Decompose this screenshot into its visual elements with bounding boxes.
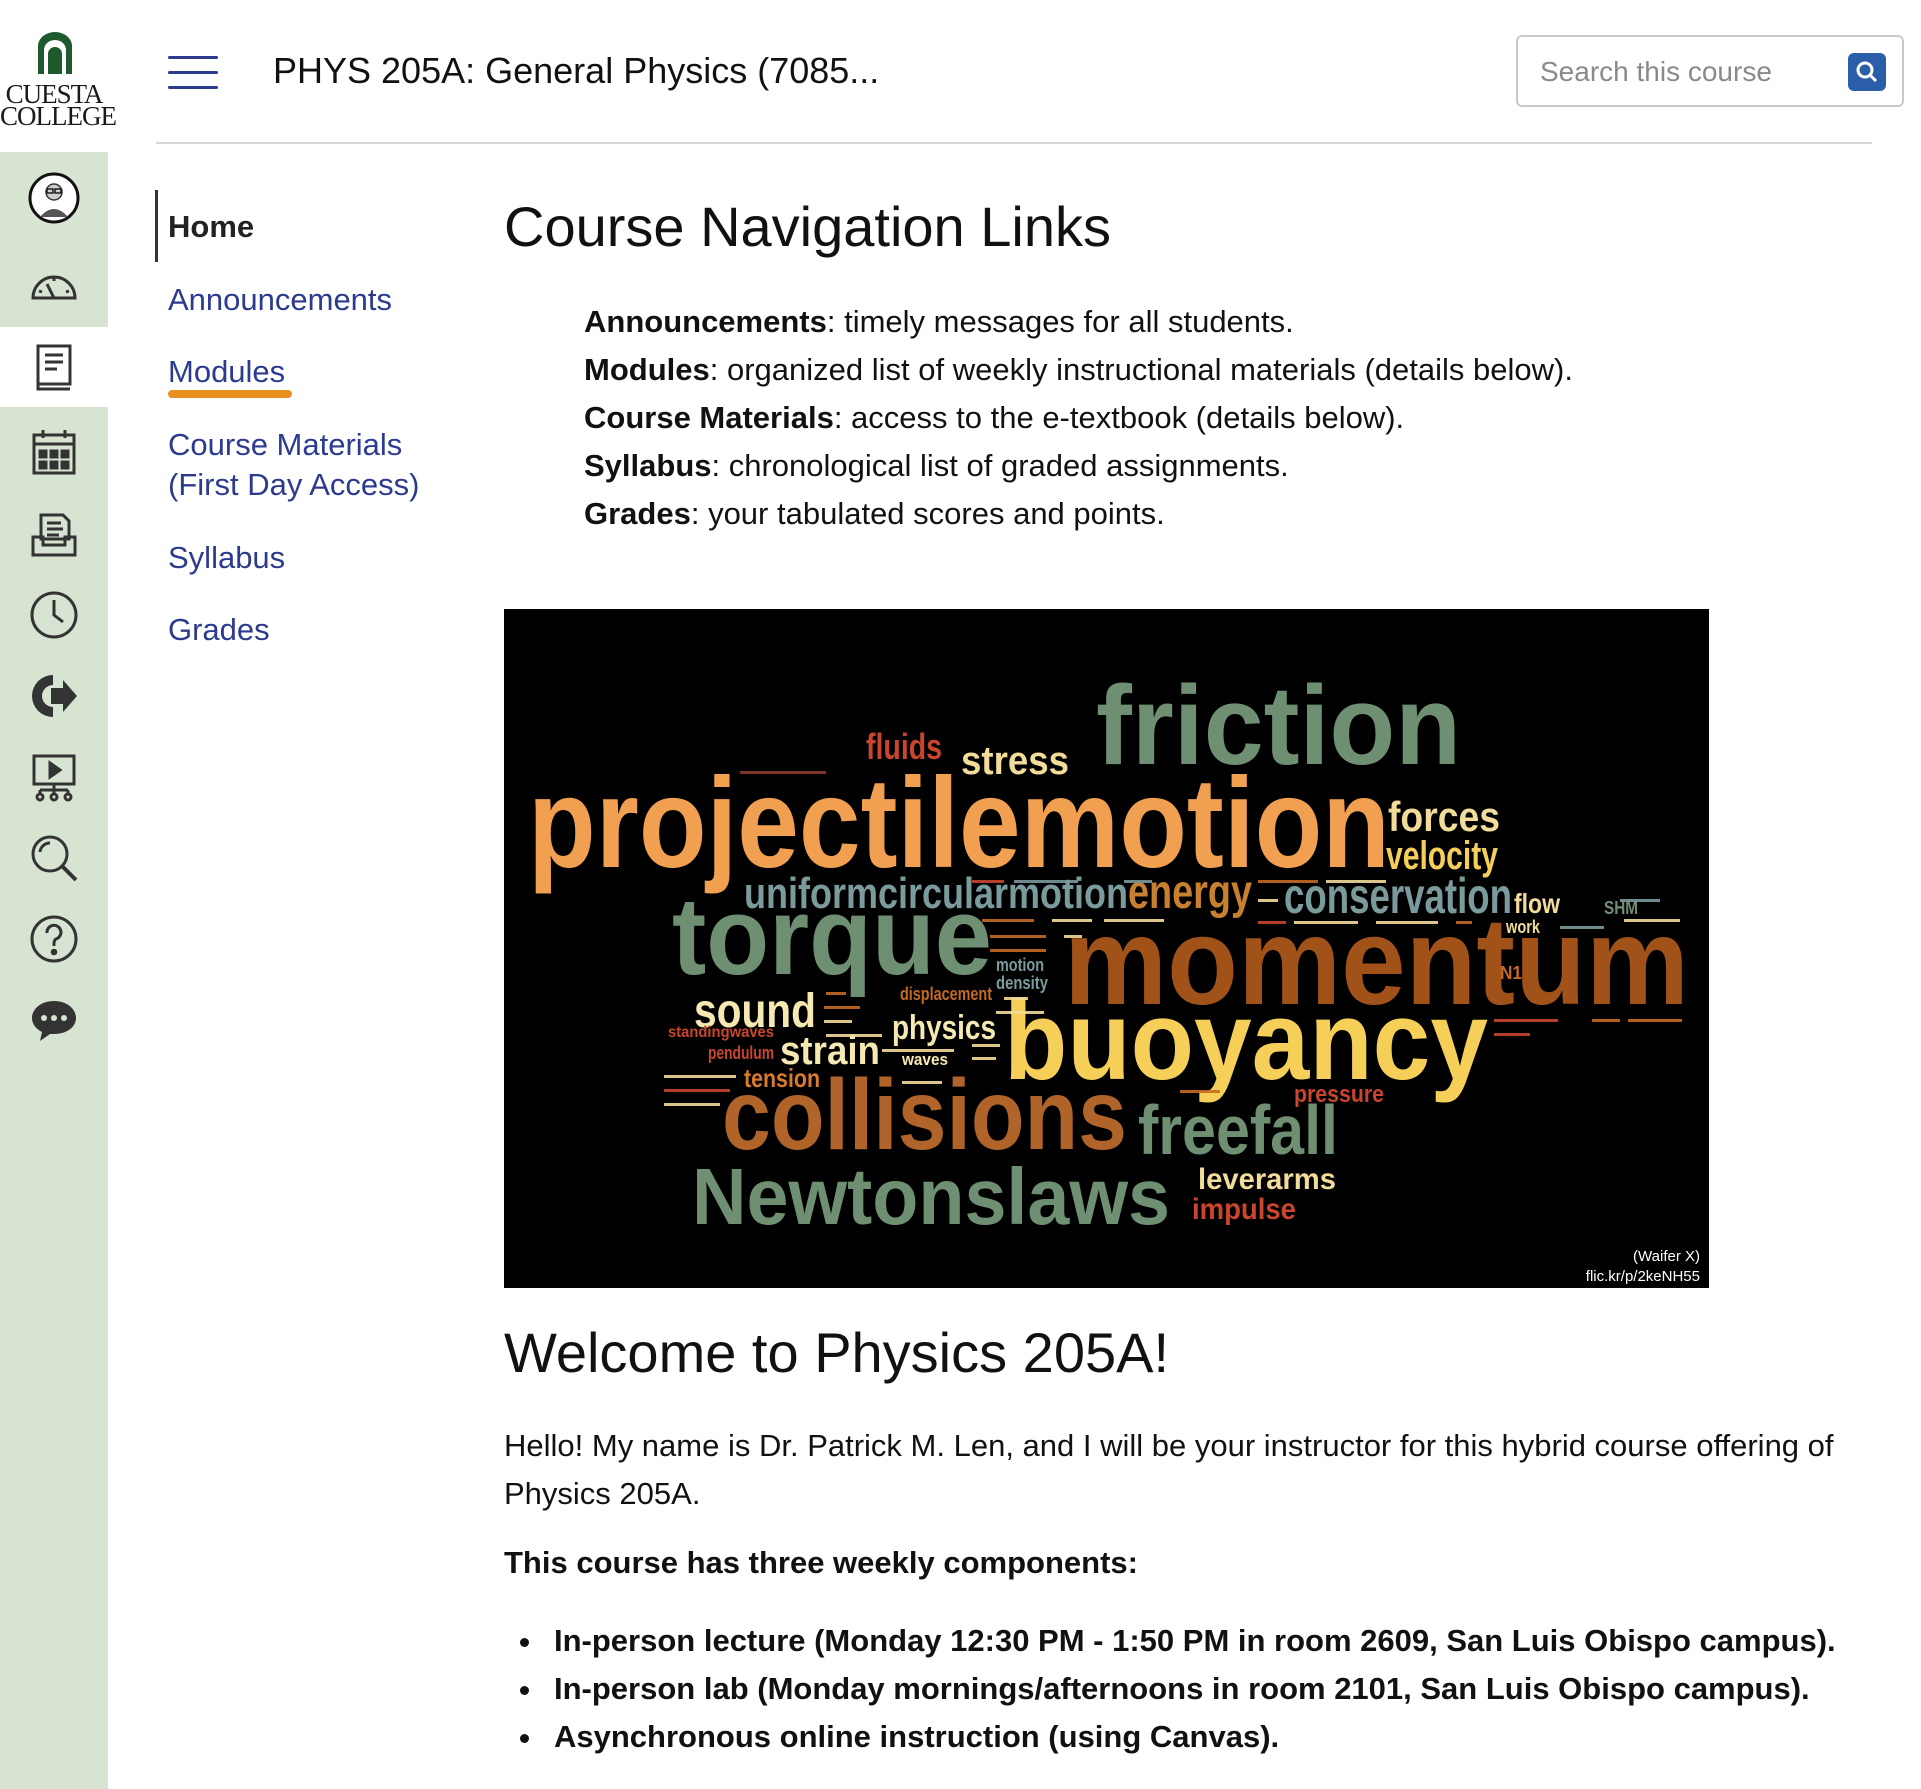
search-icon	[31, 835, 78, 882]
word-torque: torque	[672, 875, 992, 998]
search-submit-button[interactable]	[1848, 53, 1886, 91]
physics-word-cloud-image: friction fluids stress projectilemotion …	[504, 609, 1709, 1288]
word-impulse: impulse	[1192, 1193, 1296, 1226]
calendar-icon	[32, 430, 76, 475]
list-item: In-person lab (Monday mornings/afternoon…	[514, 1665, 1836, 1713]
bullet-icon	[520, 1686, 529, 1695]
components-list: In-person lecture (Monday 12:30 PM - 1:5…	[514, 1617, 1836, 1761]
word-leverarms: leverarms	[1198, 1163, 1336, 1196]
definition-desc: : your tabulated scores and points.	[690, 496, 1165, 531]
history-icon	[30, 591, 78, 639]
definition-term: Modules	[584, 352, 710, 387]
hamburger-icon	[168, 56, 218, 59]
definition-desc: : organized list of weekly instructional…	[709, 352, 1573, 387]
course-nav-grades[interactable]: Grades	[168, 610, 270, 650]
global-nav-inbox[interactable]	[0, 494, 108, 574]
global-nav-calendar[interactable]	[0, 412, 108, 492]
logo-text-line2: COLLEGE	[0, 101, 117, 131]
college-logo[interactable]: CUESTA COLLEGE	[0, 0, 117, 152]
definition-row: Grades: your tabulated scores and points…	[584, 490, 1573, 538]
dashboard-icon	[31, 275, 77, 300]
bullet-icon	[520, 1734, 529, 1743]
page-heading: Course Navigation Links	[504, 195, 1111, 258]
definition-term: Announcements	[584, 304, 827, 339]
definition-row: Syllabus: chronological list of graded a…	[584, 442, 1573, 490]
course-nav-active-marker	[155, 190, 158, 262]
list-item-text: In-person lecture (Monday 12:30 PM - 1:5…	[554, 1623, 1836, 1658]
definition-desc: : chronological list of graded assignmen…	[711, 448, 1289, 483]
global-nav-account[interactable]	[0, 158, 108, 238]
course-materials-label-line2: (First Day Access)	[168, 467, 420, 502]
definition-term: Syllabus	[584, 448, 712, 483]
list-item-text: In-person lab (Monday mornings/afternoon…	[554, 1671, 1810, 1706]
word-pressure: pressure	[1294, 1081, 1384, 1108]
commons-icon	[32, 675, 77, 717]
list-item: In-person lecture (Monday 12:30 PM - 1:5…	[514, 1617, 1836, 1665]
hamburger-icon-bar	[168, 86, 218, 89]
list-item-text: Asynchronous online instruction (using C…	[554, 1719, 1280, 1754]
course-menu-toggle-button[interactable]	[168, 56, 218, 90]
breadcrumb-course-title[interactable]: PHYS 205A: General Physics (7085...	[273, 50, 879, 92]
word-standingwaves: standingwaves	[668, 1024, 774, 1041]
college-logo-arch-icon	[38, 32, 72, 74]
global-nav-commons[interactable]	[0, 656, 108, 736]
definition-term: Course Materials	[584, 400, 834, 435]
word-n1: N1	[1500, 963, 1522, 983]
search-input[interactable]	[1538, 47, 1842, 97]
course-materials-label-line1: Course Materials	[168, 427, 403, 462]
course-nav-home[interactable]: Home	[168, 207, 254, 247]
course-nav-modules[interactable]: Modules	[168, 352, 285, 392]
course-nav-syllabus[interactable]: Syllabus	[168, 538, 285, 578]
bullet-icon	[520, 1638, 529, 1647]
list-item: Asynchronous online instruction (using C…	[514, 1713, 1836, 1761]
word-newtonslaws: Newtonslaws	[692, 1152, 1170, 1241]
avatar-icon	[28, 172, 80, 224]
search-icon	[1856, 61, 1878, 83]
definition-desc: : timely messages for all students.	[826, 304, 1294, 339]
definition-term: Grades	[584, 496, 691, 531]
image-credit-link: flic.kr/p/2keNH55	[1586, 1268, 1700, 1285]
global-nav-history[interactable]	[0, 575, 108, 655]
course-search	[1516, 35, 1904, 107]
header-divider	[156, 142, 1872, 144]
definition-row: Announcements: timely messages for all s…	[584, 298, 1573, 346]
course-nav-announcements[interactable]: Announcements	[168, 280, 392, 320]
word-physics: physics	[892, 1009, 996, 1047]
global-nav: CUESTA COLLEGE	[0, 0, 117, 1789]
help-icon	[30, 915, 78, 963]
intro-paragraph: Hello! My name is Dr. Patrick M. Len, an…	[504, 1428, 1834, 1511]
navigation-definitions-list: Announcements: timely messages for all s…	[584, 298, 1573, 538]
studio-icon	[32, 754, 76, 802]
chat-icon	[32, 1001, 76, 1041]
global-nav-courses[interactable]	[0, 327, 108, 407]
modules-highlight-underline	[168, 390, 292, 398]
word-displacement: displacement	[900, 984, 992, 1004]
global-nav-help[interactable]	[0, 899, 108, 979]
definition-row: Course Materials: access to the e-textbo…	[584, 394, 1573, 442]
word-forces: forces	[1388, 793, 1500, 840]
courses-icon	[36, 344, 72, 391]
welcome-heading: Welcome to Physics 205A!	[504, 1321, 1170, 1384]
inbox-icon	[31, 513, 77, 557]
course-nav-course-materials[interactable]: Course Materials (First Day Access)	[168, 425, 419, 505]
global-nav-studio[interactable]	[0, 737, 108, 817]
definition-desc: : access to the e-textbook (details belo…	[833, 400, 1405, 435]
hamburger-icon-bar	[168, 71, 218, 74]
word-motion: motion	[996, 955, 1044, 975]
image-credit-author: (Waifer X)	[1633, 1248, 1700, 1265]
global-nav-dashboard[interactable]	[0, 245, 108, 325]
global-nav-search[interactable]	[0, 818, 108, 898]
components-heading: This course has three weekly components:	[504, 1545, 1138, 1580]
definition-row: Modules: organized list of weekly instru…	[584, 346, 1573, 394]
global-nav-chat[interactable]	[0, 980, 108, 1060]
